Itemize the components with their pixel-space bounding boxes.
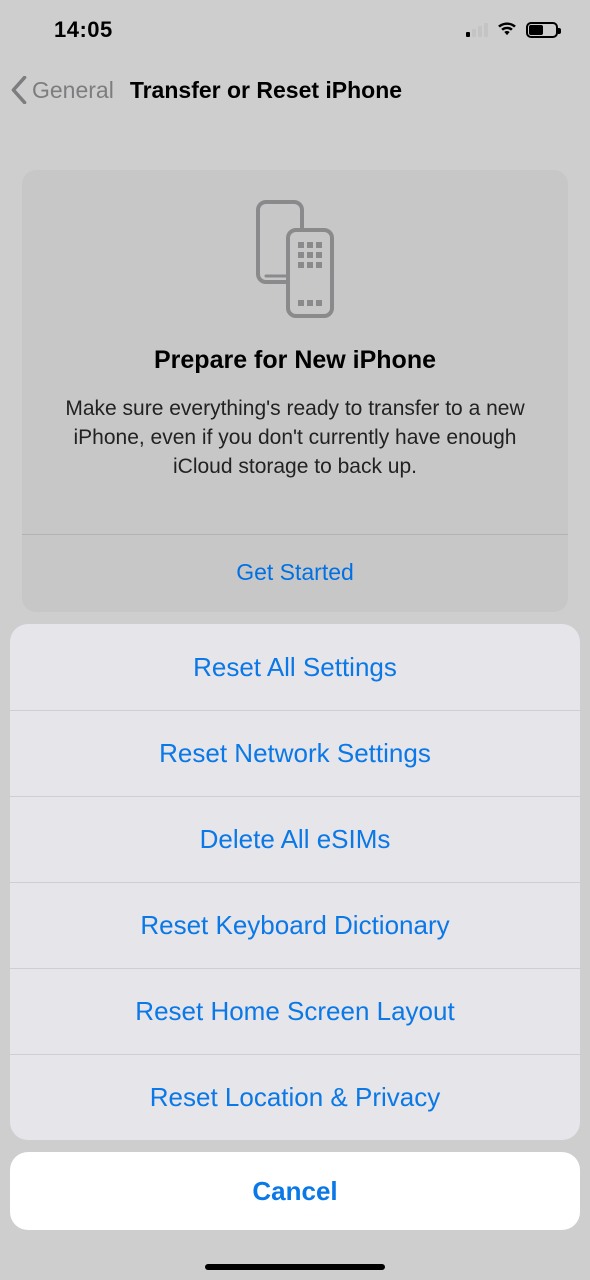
back-label: General (32, 77, 114, 104)
wifi-icon (496, 20, 518, 41)
status-time: 14:05 (54, 17, 113, 43)
cancel-button[interactable]: Cancel (10, 1152, 580, 1230)
back-button[interactable]: General (10, 76, 114, 104)
action-sheet-group: Reset All Settings Reset Network Setting… (10, 624, 580, 1140)
get-started-button[interactable]: Get Started (22, 535, 568, 612)
reset-action-sheet: Reset All Settings Reset Network Setting… (10, 624, 580, 1230)
status-bar: 14:05 (0, 0, 590, 60)
devices-icon (46, 200, 544, 320)
chevron-left-icon (10, 76, 28, 104)
reset-home-screen-layout-button[interactable]: Reset Home Screen Layout (10, 968, 580, 1054)
battery-icon (526, 22, 558, 38)
reset-network-settings-button[interactable]: Reset Network Settings (10, 710, 580, 796)
prepare-title: Prepare for New iPhone (46, 346, 544, 375)
cellular-signal-icon (466, 23, 488, 37)
prepare-description: Make sure everything's ready to transfer… (46, 395, 544, 482)
reset-keyboard-dictionary-button[interactable]: Reset Keyboard Dictionary (10, 882, 580, 968)
status-icons (466, 20, 558, 41)
home-indicator[interactable] (205, 1264, 385, 1270)
prepare-card: Prepare for New iPhone Make sure everyth… (22, 170, 568, 612)
page-title: Transfer or Reset iPhone (130, 77, 402, 104)
nav-header: General Transfer or Reset iPhone (0, 60, 590, 120)
reset-location-privacy-button[interactable]: Reset Location & Privacy (10, 1054, 580, 1140)
reset-all-settings-button[interactable]: Reset All Settings (10, 624, 580, 710)
delete-all-esims-button[interactable]: Delete All eSIMs (10, 796, 580, 882)
